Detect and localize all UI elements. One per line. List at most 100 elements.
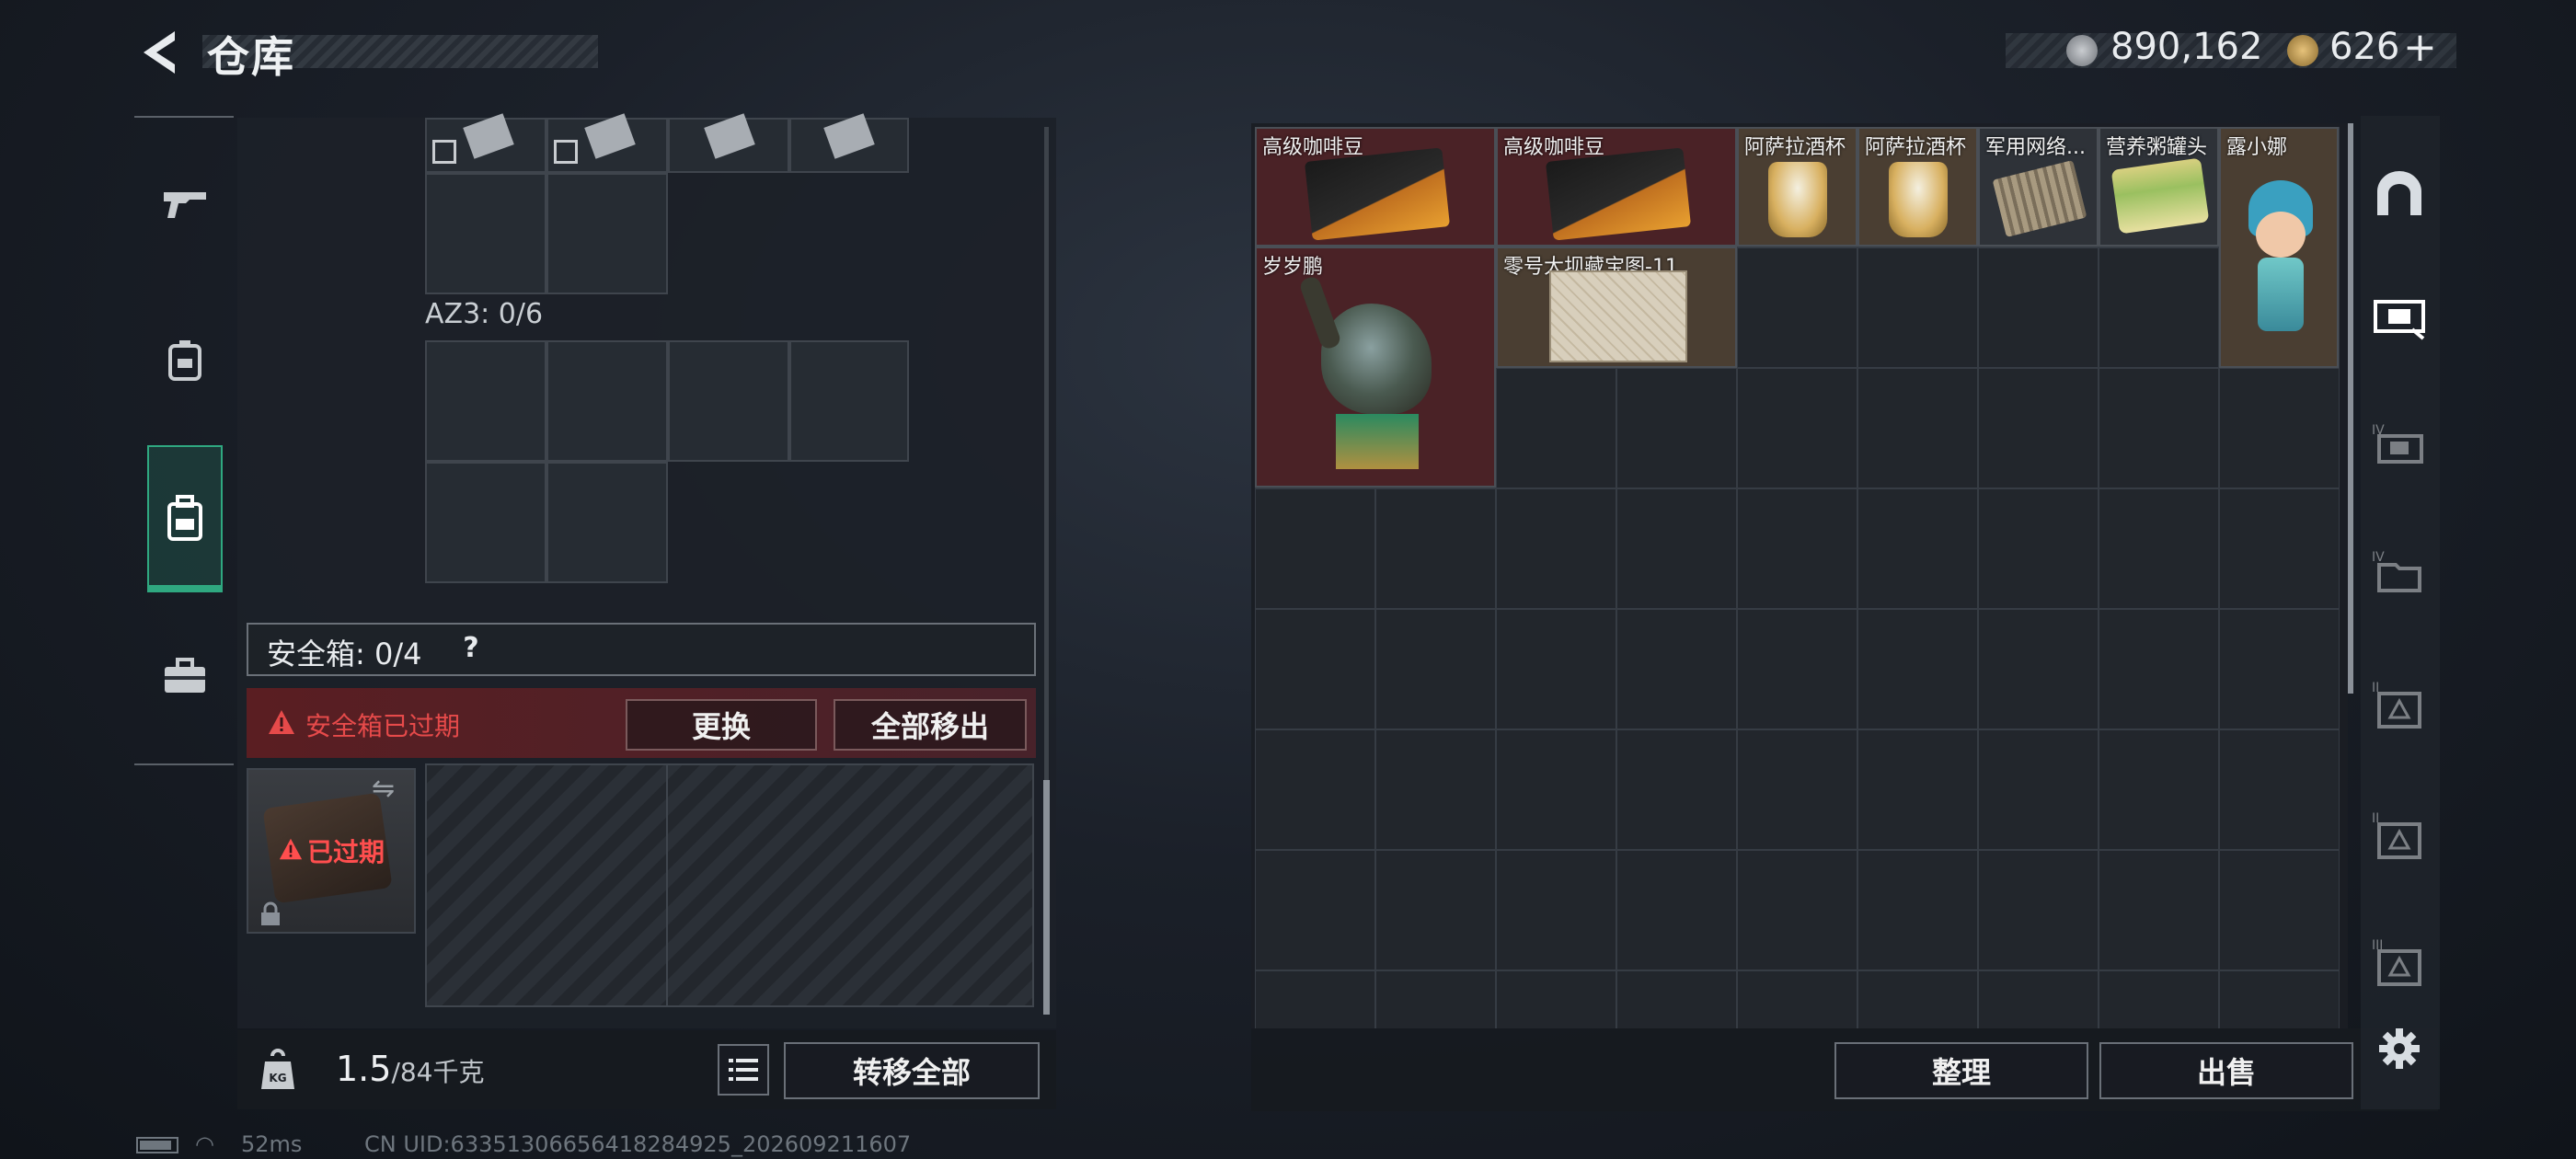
stash-grid-cell[interactable] xyxy=(1616,729,1737,850)
help-icon[interactable]: ? xyxy=(454,631,489,666)
stash-grid-cell[interactable] xyxy=(1616,368,1737,488)
stash-grid-cell[interactable] xyxy=(2219,488,2340,609)
stash-grid-cell[interactable] xyxy=(1255,850,1375,970)
stash-grid-cell[interactable] xyxy=(1978,850,2099,970)
stash-grid-cell[interactable] xyxy=(1737,729,1857,850)
replace-button[interactable]: 更换 xyxy=(626,699,817,751)
stash-item[interactable]: 营养粥罐头 xyxy=(2099,127,2219,247)
stash-grid-cell[interactable] xyxy=(1737,368,1857,488)
grid-cell[interactable] xyxy=(789,340,909,462)
stash-grid-cell[interactable] xyxy=(1857,970,1978,1028)
coffee-bag-image xyxy=(1304,147,1451,241)
stash-grid-cell[interactable] xyxy=(2219,609,2340,729)
stash-grid-cell[interactable] xyxy=(1737,850,1857,970)
tab-weapons[interactable] xyxy=(147,134,223,272)
stash-grid-cell[interactable] xyxy=(1978,729,2099,850)
stash-grid-cell[interactable] xyxy=(1978,368,2099,488)
stash-grid-cell[interactable] xyxy=(1857,488,1978,609)
stash-grid-cell[interactable] xyxy=(1375,970,1496,1028)
list-view-button[interactable] xyxy=(718,1044,769,1096)
grid-cell[interactable] xyxy=(425,173,546,294)
stash-grid-cell[interactable] xyxy=(1375,609,1496,729)
stash-grid-cell[interactable] xyxy=(1978,488,2099,609)
stash-grid-cell[interactable] xyxy=(1857,609,1978,729)
stash-grid-cell[interactable] xyxy=(1375,729,1496,850)
stash-grid-cell[interactable] xyxy=(1375,488,1496,609)
stash-grid-cell[interactable] xyxy=(1737,609,1857,729)
stash-grid-cell[interactable] xyxy=(1857,368,1978,488)
stash-grid-cell[interactable] xyxy=(1496,729,1616,850)
stash-grid-cell[interactable] xyxy=(2099,247,2219,368)
stash-item[interactable]: 零号大坝藏宝图-11 xyxy=(1496,247,1737,368)
stash-grid-cell[interactable] xyxy=(1737,247,1857,368)
transfer-all-button[interactable]: 转移全部 xyxy=(784,1042,1040,1099)
stash-grid-cell[interactable] xyxy=(1496,850,1616,970)
tab-stash-2b[interactable]: II xyxy=(2364,780,2434,890)
stash-grid-cell[interactable] xyxy=(1496,368,1616,488)
stash-grid-cell[interactable] xyxy=(2099,609,2219,729)
stash-scrollbar[interactable] xyxy=(2348,123,2353,694)
stash-grid-cell[interactable] xyxy=(1496,609,1616,729)
stash-item[interactable]: 高级咖啡豆 xyxy=(1255,127,1496,247)
stash-grid-cell[interactable] xyxy=(1616,850,1737,970)
stash-grid-cell[interactable] xyxy=(1255,729,1375,850)
stash-item[interactable]: 阿萨拉酒杯 xyxy=(1857,127,1978,247)
stash-grid-cell[interactable] xyxy=(1857,247,1978,368)
stash-grid-cell[interactable] xyxy=(1255,488,1375,609)
sort-button[interactable]: 整理 xyxy=(1834,1042,2088,1099)
stash-grid-cell[interactable] xyxy=(1978,970,2099,1028)
stash-item[interactable]: 军用网络... xyxy=(1978,127,2099,247)
tab-stash-1[interactable] xyxy=(2364,261,2434,372)
settings-button[interactable] xyxy=(2364,993,2434,1104)
stash-grid-cell[interactable] xyxy=(1616,970,1737,1028)
back-button[interactable] xyxy=(136,28,182,77)
stash-item[interactable]: 露小娜 xyxy=(2219,127,2339,368)
tab-backpack[interactable] xyxy=(147,445,223,592)
stash-grid-cell[interactable] xyxy=(1375,850,1496,970)
stash-grid-cell[interactable] xyxy=(2219,368,2340,488)
stash-grid-cell[interactable] xyxy=(2099,488,2219,609)
grid-cell[interactable] xyxy=(546,173,668,294)
grid-cell[interactable] xyxy=(425,340,546,462)
stash-grid-cell[interactable] xyxy=(2099,368,2219,488)
stash-grid-cell[interactable] xyxy=(2219,970,2340,1028)
grid-cell[interactable] xyxy=(546,462,668,583)
stash-grid-cell[interactable] xyxy=(2099,970,2219,1028)
stash-grid-cell[interactable] xyxy=(2099,729,2219,850)
tab-toolbox[interactable] xyxy=(147,607,223,745)
stash-grid-cell[interactable] xyxy=(1496,970,1616,1028)
tab-equipment[interactable] xyxy=(147,293,223,430)
gun-icon xyxy=(164,192,206,218)
stash-grid-cell[interactable] xyxy=(1978,609,2099,729)
tab-home[interactable] xyxy=(2364,138,2434,248)
left-scrollbar-thumb[interactable] xyxy=(1043,780,1050,1015)
tab-stash-4b[interactable]: IV xyxy=(2364,517,2434,627)
sell-button[interactable]: 出售 xyxy=(2099,1042,2353,1099)
stash-item[interactable]: 岁岁鹏 xyxy=(1255,247,1496,488)
stash-grid-cell[interactable] xyxy=(1737,970,1857,1028)
stash-item[interactable]: 高级咖啡豆 xyxy=(1496,127,1737,247)
stash-grid-cell[interactable] xyxy=(1616,609,1737,729)
stash-grid-cell[interactable] xyxy=(1978,247,2099,368)
grid-cell[interactable] xyxy=(425,462,546,583)
tab-stash-2a[interactable]: II xyxy=(2364,649,2434,760)
stash-grid-cell[interactable] xyxy=(1616,488,1737,609)
stash-grid-cell[interactable] xyxy=(2219,850,2340,970)
stash-grid-cell[interactable] xyxy=(1857,729,1978,850)
grid-divider xyxy=(666,763,668,1007)
stash-box-icon xyxy=(2374,300,2425,340)
stash-grid-cell[interactable] xyxy=(1496,488,1616,609)
stash-grid-cell[interactable] xyxy=(1857,850,1978,970)
grid-cell[interactable] xyxy=(546,340,668,462)
stash-grid-cell[interactable] xyxy=(2099,850,2219,970)
stash-grid-cell[interactable] xyxy=(1255,970,1375,1028)
stash-grid-cell[interactable] xyxy=(2219,729,2340,850)
stash-grid-cell[interactable] xyxy=(1737,488,1857,609)
remove-all-button[interactable]: 全部移出 xyxy=(834,699,1027,751)
tab-stash-4a[interactable]: IV xyxy=(2364,390,2434,500)
stash-grid-cell[interactable] xyxy=(1255,609,1375,729)
add-currency-button[interactable]: + xyxy=(2403,24,2437,71)
stash-item[interactable]: 阿萨拉酒杯 xyxy=(1737,127,1857,247)
grid-cell[interactable] xyxy=(668,340,789,462)
swap-icon[interactable]: ⇋ xyxy=(372,773,395,805)
